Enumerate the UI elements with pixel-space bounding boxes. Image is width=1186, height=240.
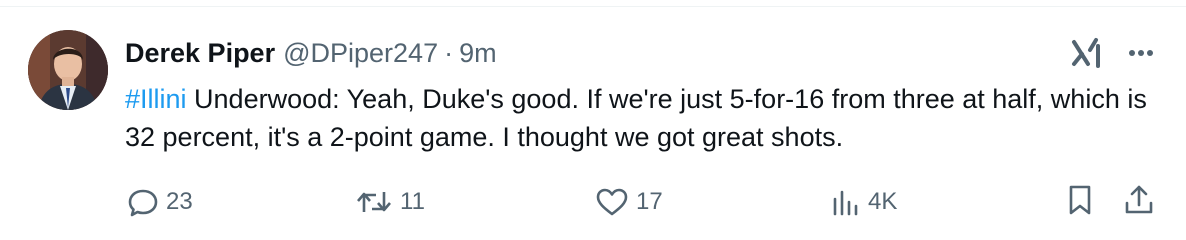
author-handle[interactable]: @DPiper247: [283, 36, 438, 70]
avatar-image: [28, 30, 108, 110]
views-count: 4K: [868, 188, 898, 215]
tweet-text: #Illini Underwood: Yeah, Duke's good. If…: [125, 80, 1155, 156]
separator-dot: ·: [444, 38, 454, 68]
tweet-card[interactable]: Derek Piper @DPiper247 · 9m #Illini Unde…: [0, 0, 1186, 240]
tweet-body: Underwood: Yeah, Duke's good. If we're j…: [125, 84, 1147, 152]
share-button[interactable]: [1122, 182, 1156, 222]
hashtag-link[interactable]: #Illini: [125, 84, 187, 114]
like-icon: [594, 185, 630, 219]
reply-count: 23: [166, 188, 193, 215]
more-icon[interactable]: [1124, 36, 1158, 70]
views-icon: [830, 185, 862, 219]
bookmark-button[interactable]: [1064, 182, 1096, 222]
grok-icon[interactable]: [1068, 36, 1104, 70]
author-name[interactable]: Derek Piper: [125, 36, 275, 70]
tweet-header: Derek Piper @DPiper247 · 9m: [125, 36, 497, 70]
reply-button[interactable]: 23: [126, 182, 193, 222]
share-icon: [1122, 183, 1156, 222]
reply-icon: [126, 185, 160, 219]
views-button[interactable]: 4K: [830, 182, 897, 222]
like-count: 17: [636, 188, 663, 215]
retweet-icon: [354, 185, 394, 219]
retweet-button[interactable]: 11: [354, 182, 425, 222]
retweet-count: 11: [400, 188, 425, 215]
bookmark-icon: [1064, 183, 1096, 222]
like-button[interactable]: 17: [594, 182, 663, 222]
timestamp[interactable]: 9m: [459, 36, 497, 70]
action-bar: 23 11 17 4K: [0, 182, 1186, 222]
avatar[interactable]: [28, 30, 108, 110]
